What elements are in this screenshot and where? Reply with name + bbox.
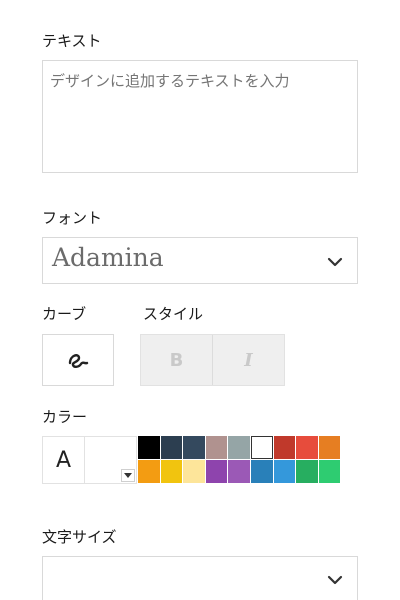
- font-size-select[interactable]: [42, 556, 358, 600]
- color-swatch[interactable]: [228, 460, 250, 483]
- chevron-down-icon: [327, 575, 343, 585]
- font-size-label: 文字サイズ: [42, 528, 117, 546]
- text-label: テキスト: [42, 32, 102, 50]
- color-swatch[interactable]: [160, 436, 183, 459]
- style-button-group: B I: [140, 334, 285, 386]
- color-swatch[interactable]: [273, 460, 296, 483]
- bold-button[interactable]: B: [141, 335, 213, 385]
- color-swatch[interactable]: [205, 436, 228, 459]
- color-swatch[interactable]: [205, 460, 228, 483]
- caret-down-icon: [124, 473, 132, 478]
- color-swatch[interactable]: [250, 436, 273, 459]
- color-swatch[interactable]: [183, 460, 205, 483]
- color-swatch[interactable]: [250, 460, 273, 483]
- style-label: スタイル: [143, 305, 204, 323]
- color-text-preview: A: [42, 436, 85, 484]
- text-input[interactable]: [42, 60, 358, 173]
- font-label: フォント: [42, 209, 103, 227]
- curve-label: カーブ: [42, 305, 87, 323]
- chevron-down-icon: [327, 257, 343, 267]
- color-swatch[interactable]: [160, 460, 183, 483]
- color-swatch[interactable]: [318, 460, 341, 483]
- color-swatch[interactable]: [296, 460, 318, 483]
- color-dropdown-toggle[interactable]: [121, 469, 135, 482]
- italic-button[interactable]: I: [213, 335, 284, 385]
- font-selected-value: Adamina: [52, 243, 164, 272]
- font-select[interactable]: Adamina: [42, 237, 358, 284]
- color-swatch[interactable]: [296, 436, 318, 459]
- curve-squiggle-icon: [68, 354, 89, 368]
- color-swatch[interactable]: [138, 436, 160, 459]
- color-swatch[interactable]: [138, 460, 160, 483]
- color-swatch[interactable]: [273, 436, 296, 459]
- color-swatch-grid: [138, 436, 342, 484]
- color-label: カラー: [42, 408, 88, 426]
- color-swatch[interactable]: [183, 436, 205, 459]
- color-swatch[interactable]: [228, 436, 250, 459]
- color-swatch[interactable]: [318, 436, 341, 459]
- color-picker[interactable]: [85, 436, 137, 484]
- curve-button[interactable]: [42, 334, 114, 386]
